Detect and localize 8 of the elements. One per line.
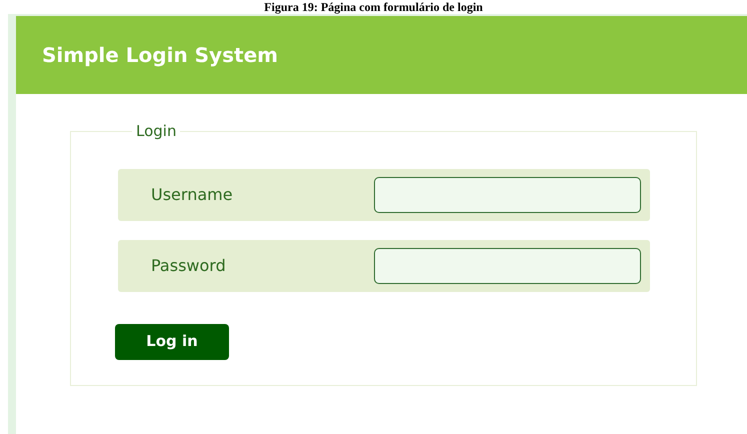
field-label: Username bbox=[151, 184, 234, 206]
field-label: Password bbox=[151, 254, 227, 276]
fieldset-legend: Login bbox=[132, 120, 180, 142]
input-field[interactable] bbox=[374, 248, 641, 284]
figure-caption: Figura 19: Página com formulário de login bbox=[264, 0, 483, 14]
login-button[interactable]: Log in bbox=[115, 324, 229, 360]
site-title: Simple Login System bbox=[42, 42, 278, 69]
input-field[interactable] bbox=[374, 176, 641, 212]
